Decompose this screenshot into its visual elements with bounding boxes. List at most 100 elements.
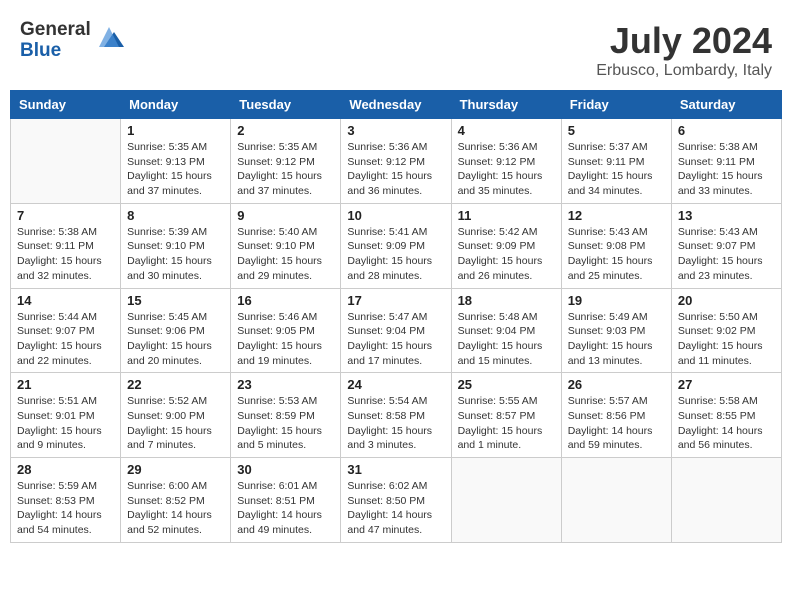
calendar-cell: 24 Sunrise: 5:54 AM Sunset: 8:58 PM Dayli… (341, 373, 451, 458)
calendar-cell: 9 Sunrise: 5:40 AM Sunset: 9:10 PM Daylig… (231, 203, 341, 288)
cell-day-number: 13 (678, 208, 775, 223)
week-row-4: 21 Sunrise: 5:51 AM Sunset: 9:01 PM Dayli… (11, 373, 782, 458)
logo-icon (94, 22, 124, 52)
week-row-3: 14Sunrise: 5:44 AM Sunset: 9:07 PM Dayli… (11, 288, 782, 373)
cell-day-number: 30 (237, 462, 334, 477)
calendar-cell: 4Sunrise: 5:36 AM Sunset: 9:12 PM Daylig… (451, 119, 561, 204)
cell-day-number: 1 (127, 123, 224, 138)
title-area: July 2024 Erbusco, Lombardy, Italy (596, 20, 772, 80)
cell-info-text: Sunrise: 5:39 AM Sunset: 9:10 PM Dayligh… (127, 225, 224, 284)
calendar-cell: 29 Sunrise: 6:00 AM Sunset: 8:52 PM Dayli… (121, 458, 231, 543)
calendar-cell (671, 458, 781, 543)
cell-info-text: Sunrise: 5:53 AM Sunset: 8:59 PM Dayligh… (237, 394, 334, 453)
calendar-cell: 21 Sunrise: 5:51 AM Sunset: 9:01 PM Dayli… (11, 373, 121, 458)
cell-info-text: Sunrise: 6:01 AM Sunset: 8:51 PM Dayligh… (237, 479, 334, 538)
calendar-cell: 16Sunrise: 5:46 AM Sunset: 9:05 PM Dayli… (231, 288, 341, 373)
cell-day-number: 28 (17, 462, 114, 477)
cell-info-text: Sunrise: 5:36 AM Sunset: 9:12 PM Dayligh… (347, 140, 444, 199)
calendar-cell: 28 Sunrise: 5:59 AM Sunset: 8:53 PM Dayli… (11, 458, 121, 543)
cell-day-number: 2 (237, 123, 334, 138)
cell-info-text: Sunrise: 6:02 AM Sunset: 8:50 PM Dayligh… (347, 479, 444, 538)
cell-day-number: 29 (127, 462, 224, 477)
cell-day-number: 9 (237, 208, 334, 223)
cell-info-text: Sunrise: 5:40 AM Sunset: 9:10 PM Dayligh… (237, 225, 334, 284)
calendar-cell: 6 Sunrise: 5:38 AM Sunset: 9:11 PM Daylig… (671, 119, 781, 204)
weekday-header-monday: Monday (121, 91, 231, 119)
weekday-header-saturday: Saturday (671, 91, 781, 119)
calendar-cell: 17Sunrise: 5:47 AM Sunset: 9:04 PM Dayli… (341, 288, 451, 373)
location-title: Erbusco, Lombardy, Italy (596, 62, 772, 80)
cell-day-number: 22 (127, 377, 224, 392)
calendar-cell: 27 Sunrise: 5:58 AM Sunset: 8:55 PM Dayli… (671, 373, 781, 458)
calendar-cell: 23Sunrise: 5:53 AM Sunset: 8:59 PM Dayli… (231, 373, 341, 458)
cell-info-text: Sunrise: 5:38 AM Sunset: 9:11 PM Dayligh… (17, 225, 114, 284)
cell-info-text: Sunrise: 5:54 AM Sunset: 8:58 PM Dayligh… (347, 394, 444, 453)
cell-info-text: Sunrise: 5:43 AM Sunset: 9:08 PM Dayligh… (568, 225, 665, 284)
cell-day-number: 27 (678, 377, 775, 392)
logo: General Blue (20, 20, 124, 62)
cell-info-text: Sunrise: 5:49 AM Sunset: 9:03 PM Dayligh… (568, 310, 665, 369)
cell-info-text: Sunrise: 5:48 AM Sunset: 9:04 PM Dayligh… (458, 310, 555, 369)
cell-info-text: Sunrise: 5:58 AM Sunset: 8:55 PM Dayligh… (678, 394, 775, 453)
cell-day-number: 15 (127, 293, 224, 308)
cell-info-text: Sunrise: 5:50 AM Sunset: 9:02 PM Dayligh… (678, 310, 775, 369)
logo-blue: Blue (20, 41, 91, 62)
cell-day-number: 17 (347, 293, 444, 308)
cell-day-number: 10 (347, 208, 444, 223)
calendar-cell (451, 458, 561, 543)
cell-day-number: 19 (568, 293, 665, 308)
cell-info-text: Sunrise: 5:51 AM Sunset: 9:01 PM Dayligh… (17, 394, 114, 453)
calendar-cell: 22Sunrise: 5:52 AM Sunset: 9:00 PM Dayli… (121, 373, 231, 458)
calendar-cell: 10 Sunrise: 5:41 AM Sunset: 9:09 PM Dayli… (341, 203, 451, 288)
cell-info-text: Sunrise: 5:46 AM Sunset: 9:05 PM Dayligh… (237, 310, 334, 369)
calendar-cell: 5 Sunrise: 5:37 AM Sunset: 9:11 PM Daylig… (561, 119, 671, 204)
weekday-header-thursday: Thursday (451, 91, 561, 119)
cell-info-text: Sunrise: 5:35 AM Sunset: 9:13 PM Dayligh… (127, 140, 224, 199)
cell-day-number: 14 (17, 293, 114, 308)
logo-general: General (20, 20, 91, 41)
calendar-cell: 25Sunrise: 5:55 AM Sunset: 8:57 PM Dayli… (451, 373, 561, 458)
calendar-cell: 18 Sunrise: 5:48 AM Sunset: 9:04 PM Dayli… (451, 288, 561, 373)
cell-info-text: Sunrise: 5:38 AM Sunset: 9:11 PM Dayligh… (678, 140, 775, 199)
calendar-cell: 30 Sunrise: 6:01 AM Sunset: 8:51 PM Dayli… (231, 458, 341, 543)
weekday-header-sunday: Sunday (11, 91, 121, 119)
cell-info-text: Sunrise: 5:43 AM Sunset: 9:07 PM Dayligh… (678, 225, 775, 284)
cell-day-number: 11 (458, 208, 555, 223)
week-row-2: 7 Sunrise: 5:38 AM Sunset: 9:11 PM Daylig… (11, 203, 782, 288)
cell-day-number: 20 (678, 293, 775, 308)
cell-day-number: 31 (347, 462, 444, 477)
cell-day-number: 18 (458, 293, 555, 308)
calendar-cell: 3 Sunrise: 5:36 AM Sunset: 9:12 PM Daylig… (341, 119, 451, 204)
cell-info-text: Sunrise: 6:00 AM Sunset: 8:52 PM Dayligh… (127, 479, 224, 538)
calendar-cell: 7 Sunrise: 5:38 AM Sunset: 9:11 PM Daylig… (11, 203, 121, 288)
calendar-cell: 1 Sunrise: 5:35 AM Sunset: 9:13 PM Daylig… (121, 119, 231, 204)
page-header: General Blue July 2024 Erbusco, Lombardy… (10, 10, 782, 85)
week-row-5: 28 Sunrise: 5:59 AM Sunset: 8:53 PM Dayli… (11, 458, 782, 543)
weekday-header-friday: Friday (561, 91, 671, 119)
calendar-cell: 13 Sunrise: 5:43 AM Sunset: 9:07 PM Dayli… (671, 203, 781, 288)
cell-day-number: 12 (568, 208, 665, 223)
cell-info-text: Sunrise: 5:55 AM Sunset: 8:57 PM Dayligh… (458, 394, 555, 453)
cell-day-number: 21 (17, 377, 114, 392)
calendar-cell: 2 Sunrise: 5:35 AM Sunset: 9:12 PM Daylig… (231, 119, 341, 204)
calendar-table: SundayMondayTuesdayWednesdayThursdayFrid… (10, 90, 782, 543)
calendar-cell: 19 Sunrise: 5:49 AM Sunset: 9:03 PM Dayli… (561, 288, 671, 373)
cell-day-number: 6 (678, 123, 775, 138)
cell-day-number: 24 (347, 377, 444, 392)
weekday-header-wednesday: Wednesday (341, 91, 451, 119)
cell-day-number: 4 (458, 123, 555, 138)
calendar-cell: 15 Sunrise: 5:45 AM Sunset: 9:06 PM Dayli… (121, 288, 231, 373)
cell-info-text: Sunrise: 5:59 AM Sunset: 8:53 PM Dayligh… (17, 479, 114, 538)
cell-day-number: 5 (568, 123, 665, 138)
cell-info-text: Sunrise: 5:37 AM Sunset: 9:11 PM Dayligh… (568, 140, 665, 199)
calendar-cell (11, 119, 121, 204)
calendar-cell: 31 Sunrise: 6:02 AM Sunset: 8:50 PM Dayli… (341, 458, 451, 543)
cell-day-number: 3 (347, 123, 444, 138)
cell-info-text: Sunrise: 5:41 AM Sunset: 9:09 PM Dayligh… (347, 225, 444, 284)
calendar-cell: 11Sunrise: 5:42 AM Sunset: 9:09 PM Dayli… (451, 203, 561, 288)
cell-info-text: Sunrise: 5:35 AM Sunset: 9:12 PM Dayligh… (237, 140, 334, 199)
cell-info-text: Sunrise: 5:45 AM Sunset: 9:06 PM Dayligh… (127, 310, 224, 369)
calendar-cell: 14Sunrise: 5:44 AM Sunset: 9:07 PM Dayli… (11, 288, 121, 373)
weekday-header-tuesday: Tuesday (231, 91, 341, 119)
cell-day-number: 7 (17, 208, 114, 223)
